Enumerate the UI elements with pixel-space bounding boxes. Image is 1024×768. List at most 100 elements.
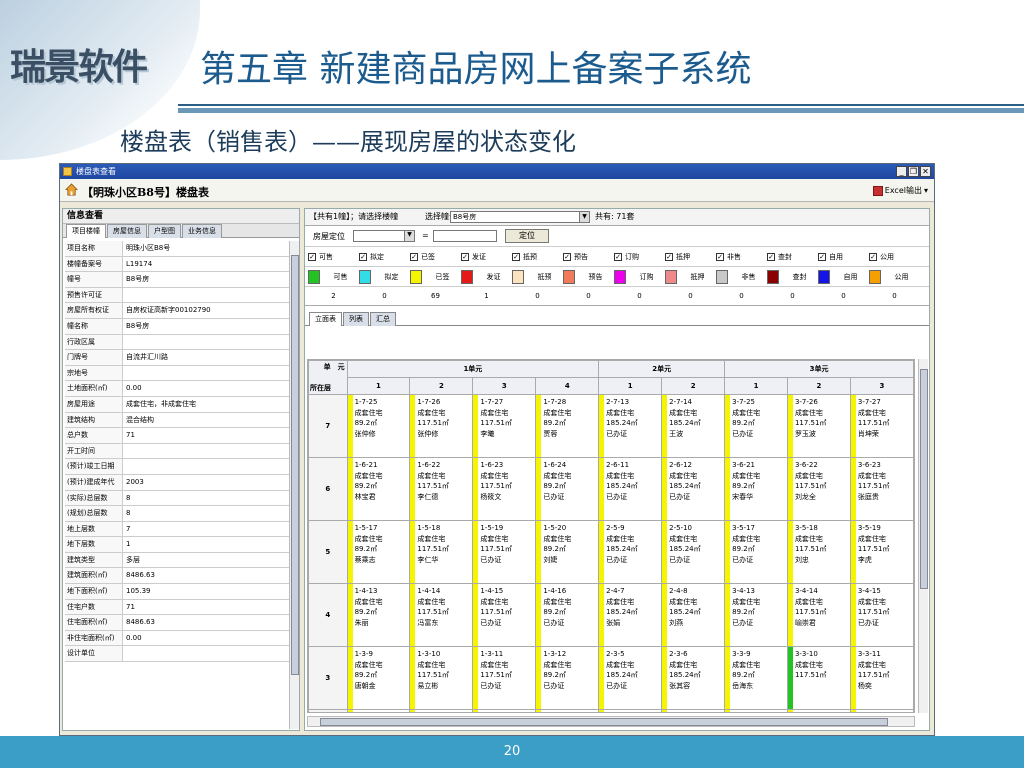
- checkbox-checked-icon[interactable]: ✓: [461, 252, 469, 261]
- room-cell[interactable]: 3-5-17 成套住宅 89.2㎡ 已办证: [724, 520, 788, 584]
- property-row[interactable]: 楼幢备案号 L19174: [65, 256, 289, 273]
- chevron-down-icon[interactable]: ▼: [579, 212, 589, 222]
- status-filter-checkbox[interactable]: ✓ 订购: [614, 252, 665, 262]
- property-row[interactable]: 宗地号: [65, 365, 289, 382]
- room-cell[interactable]: 1-2-5: [346, 709, 411, 712]
- property-row[interactable]: 建筑类型 多层: [65, 552, 289, 569]
- locate-field-select[interactable]: ▼: [353, 230, 415, 242]
- room-cell[interactable]: 3-4-14 成套住宅 117.51㎡ 喻崇君: [786, 583, 851, 647]
- room-cell[interactable]: 3-3-10 成套住宅 117.51㎡: [786, 646, 851, 710]
- tab-project-building[interactable]: 项目楼幢: [66, 224, 106, 238]
- room-cell[interactable]: 3-7-27 成套住宅 117.51㎡ 肖坤荣: [849, 394, 914, 458]
- property-row[interactable]: 预售许可证: [65, 287, 289, 304]
- checkbox-checked-icon[interactable]: ✓: [308, 252, 316, 261]
- property-row[interactable]: (规划)总层数 8: [65, 506, 289, 522]
- room-cell[interactable]: 1-6-23 成套住宅 117.51㎡ 杨筱文: [472, 457, 537, 521]
- grid-vertical-scrollbar[interactable]: [918, 359, 928, 713]
- property-row[interactable]: 住宅户数 71: [65, 599, 289, 616]
- property-row[interactable]: 设计单位: [65, 646, 289, 663]
- room-cell[interactable]: 1-3-9 成套住宅 89.2㎡ 唐朝金: [346, 646, 411, 710]
- tab-house-info[interactable]: 房屋信息: [107, 224, 147, 238]
- close-button[interactable]: ✕: [920, 166, 931, 177]
- tab-elevation[interactable]: 立面表: [309, 312, 342, 326]
- scrollbar-thumb[interactable]: [920, 369, 928, 589]
- room-cell[interactable]: 3-6-22 成套住宅 117.51㎡ 刘龙全: [786, 457, 851, 521]
- scrollbar-thumb[interactable]: [320, 718, 888, 726]
- property-row[interactable]: 总户数 71: [65, 428, 289, 444]
- chevron-down-icon[interactable]: ▼: [404, 231, 414, 241]
- property-row[interactable]: (实际)总层数 8: [65, 490, 289, 507]
- room-cell[interactable]: 3-4-15 成套住宅 117.51㎡ 已办证: [849, 583, 914, 647]
- room-cell[interactable]: 1-5-17 成套住宅 89.2㎡ 蔡乘志: [346, 520, 411, 584]
- room-cell[interactable]: 1-6-24 成套住宅 89.2㎡ 已办证: [535, 457, 600, 521]
- checkbox-checked-icon[interactable]: ✓: [818, 252, 826, 261]
- room-cell[interactable]: 1-4-15 成套住宅 117.51㎡ 已办证: [472, 583, 537, 647]
- room-cell[interactable]: 1-2-8: [535, 709, 600, 712]
- status-filter-checkbox[interactable]: ✓ 抵押: [665, 252, 716, 262]
- property-row[interactable]: 土地面积(㎡) 0.00: [65, 381, 289, 397]
- room-cell[interactable]: 2-7-14 成套住宅 185.24㎡ 王波: [661, 394, 726, 458]
- room-cell[interactable]: 2-2-4: [661, 709, 726, 712]
- room-cell[interactable]: 2-3-5 成套住宅 185.24㎡ 已办证: [598, 646, 663, 710]
- room-cell[interactable]: 3-5-18 成套住宅 117.51㎡ 刘忠: [786, 520, 851, 584]
- checkbox-checked-icon[interactable]: ✓: [665, 252, 673, 261]
- property-row[interactable]: 幢名称 B8号房: [65, 318, 289, 335]
- property-row[interactable]: 建筑结构 混合结构: [65, 412, 289, 429]
- room-cell[interactable]: 1-4-13 成套住宅 89.2㎡ 朱丽: [346, 583, 411, 647]
- tab-business-info[interactable]: 业务信息: [182, 224, 222, 238]
- checkbox-checked-icon[interactable]: ✓: [614, 252, 622, 261]
- room-cell[interactable]: 1-7-28 成套住宅 89.2㎡ 贾蓉: [535, 394, 600, 458]
- property-row[interactable]: (预计)竣工日期: [65, 459, 289, 475]
- property-row[interactable]: 房屋所有权证 自房权证高新字00102790: [65, 303, 289, 319]
- checkbox-checked-icon[interactable]: ✓: [359, 252, 367, 261]
- room-cell[interactable]: 3-3-11 成套住宅 117.51㎡ 杨奕: [849, 646, 914, 710]
- room-cell[interactable]: 1-2-6: [409, 709, 474, 712]
- room-cell[interactable]: 2-2-3: [598, 709, 663, 712]
- room-cell[interactable]: 2-6-12 成套住宅 185.24㎡ 已办证: [661, 457, 726, 521]
- room-cell[interactable]: 1-4-16 成套住宅 89.2㎡ 已办证: [535, 583, 600, 647]
- property-row[interactable]: 非住宅面积(㎡) 0.00: [65, 630, 289, 647]
- status-filter-checkbox[interactable]: ✓ 可售: [308, 252, 359, 262]
- room-cell[interactable]: 3-6-21 成套住宅 89.2㎡ 宋春华: [724, 457, 788, 521]
- room-cell[interactable]: 2-5-10 成套住宅 185.24㎡ 已办证: [661, 520, 726, 584]
- building-select[interactable]: B8号房 ▼: [450, 211, 590, 223]
- property-row[interactable]: 住宅面积(㎡) 8486.63: [65, 615, 289, 631]
- room-cell[interactable]: 1-3-12 成套住宅 89.2㎡ 已办证: [535, 646, 600, 710]
- checkbox-checked-icon[interactable]: ✓: [869, 252, 877, 261]
- room-cell[interactable]: 2-4-7 成套住宅 185.24㎡ 张娟: [598, 583, 663, 647]
- property-row[interactable]: 地上层数 7: [65, 521, 289, 538]
- grid-horizontal-scrollbar[interactable]: [307, 716, 915, 727]
- status-filter-checkbox[interactable]: ✓ 抵预: [512, 252, 563, 262]
- status-filter-checkbox[interactable]: ✓ 自用: [818, 252, 869, 262]
- minimize-button[interactable]: _: [896, 166, 907, 177]
- room-cell[interactable]: 2-5-9 成套住宅 185.24㎡ 已办证: [598, 520, 663, 584]
- room-cell[interactable]: 3-2-5: [724, 709, 788, 712]
- status-filter-checkbox[interactable]: ✓ 公用: [869, 252, 920, 262]
- room-cell[interactable]: 1-7-26 成套住宅 117.51㎡ 张仲修: [409, 394, 474, 458]
- checkbox-checked-icon[interactable]: ✓: [563, 252, 571, 261]
- property-row[interactable]: 地下面积(㎡) 105.39: [65, 584, 289, 600]
- room-cell[interactable]: 1-4-14 成套住宅 117.51㎡ 冯富东: [409, 583, 474, 647]
- room-cell[interactable]: 1-2-7: [472, 709, 537, 712]
- property-row[interactable]: 行政区属: [65, 334, 289, 351]
- status-filter-checkbox[interactable]: ✓ 预告: [563, 252, 614, 262]
- room-cell[interactable]: 2-4-8 成套住宅 185.24㎡ 刘燕: [661, 583, 726, 647]
- room-cell[interactable]: 3-6-23 成套住宅 117.51㎡ 张庭贵: [849, 457, 914, 521]
- room-cell[interactable]: 1-5-20 成套住宅 89.2㎡ 刘婕: [535, 520, 600, 584]
- property-row[interactable]: 地下层数 1: [65, 537, 289, 553]
- tab-summary[interactable]: 汇总: [370, 312, 396, 326]
- property-row[interactable]: 建筑面积(㎡) 8486.63: [65, 568, 289, 585]
- room-cell[interactable]: 3-2-7: [849, 709, 914, 712]
- room-cell[interactable]: 1-6-22 成套住宅 117.51㎡ 李仁德: [409, 457, 474, 521]
- room-cell[interactable]: 2-7-13 成套住宅 185.24㎡ 已办证: [598, 394, 663, 458]
- checkbox-checked-icon[interactable]: ✓: [410, 252, 418, 261]
- room-cell[interactable]: 3-7-26 成套住宅 117.51㎡ 罗玉波: [786, 394, 851, 458]
- room-cell[interactable]: 1-3-10 成套住宅 117.51㎡ 易立彬: [409, 646, 474, 710]
- property-row[interactable]: 幢号 B8号房: [65, 272, 289, 288]
- property-row[interactable]: 项目名称 明珠小区B8号: [65, 241, 289, 257]
- room-cell[interactable]: 1-3-11 成套住宅 117.51㎡ 已办证: [472, 646, 537, 710]
- excel-export-button[interactable]: Excel输出 ▾: [872, 185, 928, 196]
- room-cell[interactable]: 3-7-25 成套住宅 89.2㎡ 已办证: [724, 394, 788, 458]
- room-cell[interactable]: 2-3-6 成套住宅 185.24㎡ 张其容: [661, 646, 726, 710]
- room-cell[interactable]: 1-7-27 成套住宅 117.51㎡ 李曦: [472, 394, 537, 458]
